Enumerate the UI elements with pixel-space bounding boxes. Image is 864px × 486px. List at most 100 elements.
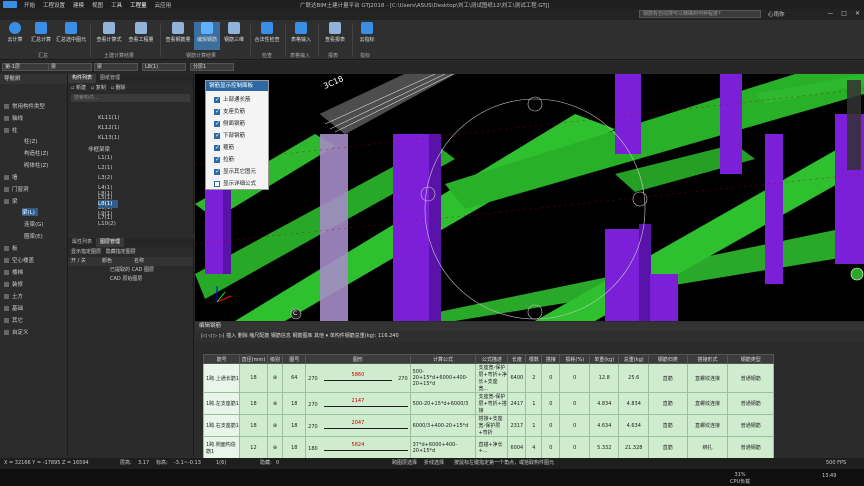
- list-item[interactable]: L8(1): [98, 191, 112, 197]
- new-button[interactable]: ▫ 新建: [71, 85, 86, 91]
- nav-foundation[interactable]: 基础: [4, 304, 23, 312]
- maximize-icon[interactable]: □: [841, 10, 847, 17]
- layer-row[interactable]: CAD 原始图层: [68, 275, 193, 284]
- group-report: 报表: [328, 53, 339, 59]
- nav-openings[interactable]: 门窗洞: [4, 185, 29, 193]
- nav-common[interactable]: 常用构件类型: [4, 102, 45, 110]
- legality-check-button[interactable]: 合法性检查: [252, 22, 282, 50]
- table-row[interactable]: 1跨.左支座筋1 18 ⊕ 18 270 2147 500-20+15*d+600…: [202, 392, 774, 415]
- view-rebar-button[interactable]: 查看钢筋量: [163, 22, 193, 50]
- summary-calc-button[interactable]: 汇总计算: [28, 22, 54, 50]
- option-stirrup[interactable]: 箍筋: [214, 143, 234, 151]
- sigma-icon: [35, 22, 47, 34]
- type-select[interactable]: 梁: [48, 63, 92, 71]
- hide-layer-option[interactable]: 隐藏指定图层: [106, 249, 136, 255]
- layer-options: 显示指定图层 隐藏指定图层: [68, 247, 193, 257]
- nav-wall[interactable]: 墙: [4, 173, 18, 181]
- view-formula-button[interactable]: 查看计算式: [93, 22, 125, 50]
- cross-layer-select[interactable]: 跨图层选择: [392, 458, 417, 469]
- center-icon[interactable]: C: [293, 310, 297, 317]
- list-item[interactable]: KL12(1): [98, 125, 119, 131]
- table-input-button[interactable]: 表格输入: [287, 22, 315, 50]
- list-item[interactable]: L1(1): [98, 155, 112, 161]
- 3d-viewport[interactable]: 3C18 C: [195, 74, 864, 321]
- list-item[interactable]: L9(1): [98, 211, 112, 217]
- layer-select[interactable]: 分层1: [190, 63, 234, 71]
- nav-hollow-floor[interactable]: 空心楼盖: [4, 256, 34, 264]
- nav-constructional-column[interactable]: 构造柱(Z): [24, 149, 49, 157]
- editor-toolbar[interactable]: |◁ ◁ ▷ ▷| 插入 删除 缩尺配筋 钢筋信息 钢筋图库 其他 ▾ 单构件钢…: [195, 331, 864, 342]
- element-select[interactable]: L8(1): [142, 63, 186, 71]
- nav-axis[interactable]: 轴线: [4, 114, 23, 122]
- delete-button[interactable]: ▫ 删除: [111, 85, 126, 91]
- list-item[interactable]: L2(1): [98, 165, 112, 171]
- rebar-3d-button[interactable]: 钢筋三维: [221, 22, 247, 50]
- tab-layer-management[interactable]: 图层管理: [96, 238, 125, 247]
- cloud-calc-button[interactable]: 云计算: [2, 22, 28, 50]
- option-detailed-formula[interactable]: 显示详细公式: [214, 179, 256, 187]
- elevation-value: -3.1~-0.13: [174, 460, 201, 466]
- view-quantity-button[interactable]: 查看工程量: [126, 22, 156, 50]
- table-row[interactable]: 1跨.侧面构造筋1 12 ⊕ 18 180 5824 37*d+6000+400-…: [202, 436, 774, 459]
- tab-drawing-management[interactable]: 图纸管理: [96, 74, 124, 83]
- option-tie[interactable]: 拉筋: [214, 155, 234, 163]
- list-item[interactable]: KL11(1): [98, 115, 119, 121]
- list-group-non-frame-beam[interactable]: 非框架梁: [88, 145, 110, 153]
- nav-custom[interactable]: 自定义: [4, 328, 29, 336]
- nav-decoration[interactable]: 装修: [4, 280, 23, 288]
- list-item[interactable]: KL13(1): [98, 135, 119, 141]
- navigation-tree: 导航树 常用构件类型 轴线 柱 柱(Z) 构造柱(Z) 砌体柱(Z) 墙 门窗洞…: [0, 74, 68, 456]
- selected-column[interactable]: [320, 134, 348, 321]
- rebar-shape: 270 2147: [307, 397, 409, 411]
- nav-column-z[interactable]: 柱(Z): [24, 137, 38, 145]
- help-search-input[interactable]: 钢筋有自动搜可以精确到何种程度?: [639, 10, 761, 18]
- elevation-label: 标高:: [156, 460, 168, 466]
- nav-beam-l[interactable]: 梁(L): [22, 208, 38, 216]
- index-icon: [361, 22, 373, 34]
- list-item-selected[interactable]: L8(1): [98, 201, 112, 207]
- tab-component-list[interactable]: 构件列表: [68, 74, 97, 83]
- table-row[interactable]: 1跨.上通长筋1 18 ⊕ 64 270 5860 270 500-20+15*d+…: [202, 363, 774, 393]
- sigma-select-icon: [65, 22, 77, 34]
- group-index: 指标: [360, 53, 371, 59]
- list-toolbar: ▫ 新建 ▫ 复制 ▫ 删除: [68, 83, 193, 93]
- list-item[interactable]: L10(2): [98, 221, 116, 227]
- nav-header: 导航树: [0, 74, 67, 84]
- show-layer-option[interactable]: 显示指定图层: [71, 249, 101, 255]
- table-row[interactable]: 1跨.右支座筋1 18 ⊕ 18 270 2047 6000/3+400-20+1…: [202, 414, 774, 437]
- nav-earthwork[interactable]: 土方: [4, 292, 23, 300]
- copy-button[interactable]: ▫ 复制: [91, 85, 106, 91]
- close-icon[interactable]: ✕: [855, 10, 860, 17]
- summary-selected-button[interactable]: 汇总选中图元: [54, 22, 88, 50]
- layer-row[interactable]: 已提取的 CAD 图层: [68, 266, 193, 275]
- layer-panel: 属性列表 图层管理 显示指定图层 隐藏指定图层 开 / 关 颜色 名称 已提取的…: [68, 238, 194, 456]
- polyline-select[interactable]: 折线选择: [424, 458, 444, 469]
- nav-column[interactable]: 柱: [4, 126, 18, 134]
- cpu-load: 31% CPU负载: [730, 472, 751, 485]
- nav-coupling-beam[interactable]: 连梁(G): [24, 220, 44, 228]
- hidden-label: 隐藏:: [260, 460, 272, 466]
- nav-ring-beam[interactable]: 圈梁(E): [24, 232, 43, 240]
- option-show-others[interactable]: 显示其它图元: [214, 167, 256, 175]
- tab-properties[interactable]: 属性列表: [68, 238, 96, 247]
- edit-rebar-icon: [201, 22, 213, 34]
- nav-stairs[interactable]: 楼梯: [4, 268, 23, 276]
- cloud-index-button[interactable]: 云指标: [354, 22, 380, 50]
- user-name[interactable]: 心雨你: [768, 10, 785, 18]
- nav-other[interactable]: 其它: [4, 316, 23, 324]
- nav-slab[interactable]: 板: [4, 244, 18, 252]
- editor-title: 编辑钢筋: [195, 322, 864, 331]
- minimize-icon[interactable]: —: [827, 10, 833, 17]
- option-bottom-rebar[interactable]: 下部钢筋: [214, 131, 245, 139]
- option-support-negative[interactable]: 支座负筋: [214, 107, 245, 115]
- nav-masonry-column[interactable]: 砌体柱(Z): [24, 161, 49, 169]
- component-search-input[interactable]: 搜索构件...: [71, 94, 190, 102]
- list-item[interactable]: L3(2): [98, 175, 112, 181]
- view-report-button[interactable]: 查看报表: [320, 22, 350, 50]
- edit-rebar-button[interactable]: 编辑钢筋: [194, 22, 220, 50]
- option-top-continuous[interactable]: 上部通长筋: [214, 95, 251, 103]
- nav-beam[interactable]: 梁: [4, 197, 18, 205]
- col-on-off: 开 / 关: [71, 258, 86, 264]
- option-side-rebar[interactable]: 侧面钢筋: [214, 119, 245, 127]
- subtype-select[interactable]: 梁: [94, 63, 138, 71]
